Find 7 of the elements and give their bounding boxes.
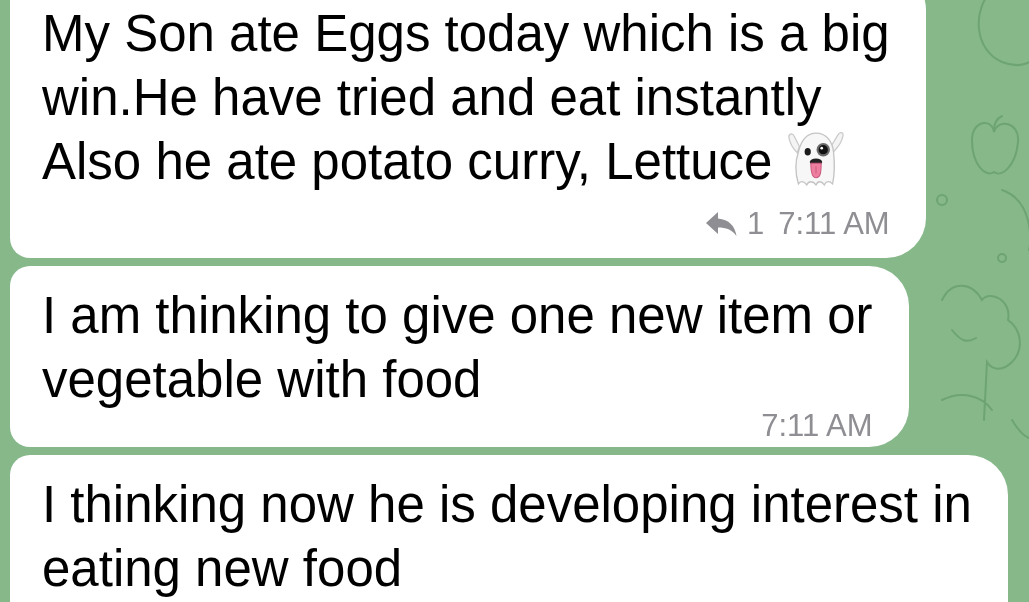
message-text: My Son ate Eggs today which is a big win.He have tried and eat instantly Also he ate potato curry, Lettuce <box>42 5 890 190</box>
message-text: I thinking now he is developing interest in eating new food <box>42 476 972 597</box>
message-time: 7:11 AM <box>761 410 873 441</box>
message-text: I am thinking to give one new item or vegetable with food <box>42 287 873 408</box>
reply-arrow-icon <box>704 211 737 237</box>
reply-count: 1 <box>746 206 765 242</box>
message-time: 7:11 AM <box>778 206 890 242</box>
